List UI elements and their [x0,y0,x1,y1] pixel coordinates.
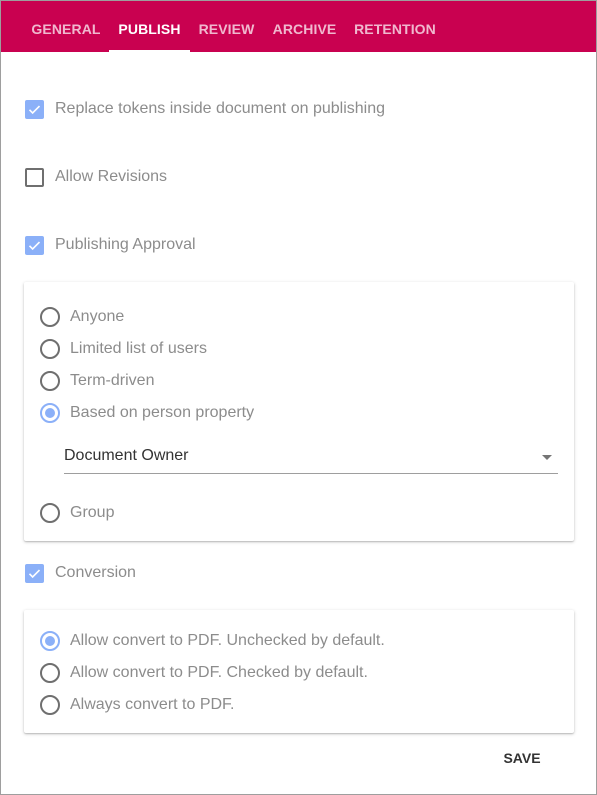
tab-retention[interactable]: RETENTION [346,1,444,52]
radio-label: Allow convert to PDF. Unchecked by defau… [70,632,385,649]
conversion-radio-unchecked-default[interactable]: Allow convert to PDF. Unchecked by defau… [40,630,385,652]
publishing-approval-label: Publishing Approval [55,236,196,253]
tab-archive[interactable]: ARCHIVE [263,1,346,52]
conversion-options-card: Allow convert to PDF. Unchecked by defau… [24,610,574,733]
radio-label: Based on person property [70,404,255,421]
radio-label: Anyone [70,308,125,325]
check-icon [28,568,41,578]
approval-radio-term-driven[interactable]: Term-driven [40,370,154,392]
allow-revisions-checkbox[interactable] [25,167,44,187]
approval-radio-limited-list[interactable]: Limited list of users [40,338,207,360]
radio-label: Always convert to PDF. [70,696,235,713]
tab-publish[interactable]: PUBLISH [109,1,190,52]
save-button[interactable]: SAVE [491,745,553,771]
settings-panel: GENERAL PUBLISH REVIEW ARCHIVE RETENTION… [0,0,597,795]
conversion-radio-always[interactable]: Always convert to PDF. [40,694,235,716]
radio-dot [45,408,55,418]
tab-retention-label: RETENTION [354,21,436,37]
tab-general-label: GENERAL [31,21,101,37]
replace-tokens-label: Replace tokens inside document on publis… [55,100,385,117]
approval-radio-anyone[interactable]: Anyone [40,306,124,328]
radio-dot [45,636,55,646]
radio-button[interactable] [40,371,60,391]
radio-button-selected[interactable] [40,631,60,651]
radio-button[interactable] [40,695,60,715]
radio-label: Group [70,504,115,521]
conversion-option[interactable]: Conversion [25,562,136,584]
replace-tokens-option[interactable]: Replace tokens inside document on publis… [25,98,385,120]
radio-button[interactable] [40,663,60,683]
publishing-approval-option[interactable]: Publishing Approval [25,234,196,256]
dropdown-arrow-icon [542,455,552,460]
approval-radio-group[interactable]: Group [40,502,114,524]
allow-revisions-option[interactable]: Allow Revisions [25,166,167,188]
tab-review[interactable]: REVIEW [190,1,263,52]
conversion-radio-checked-default[interactable]: Allow convert to PDF. Checked by default… [40,662,368,684]
tab-archive-label: ARCHIVE [272,21,337,37]
approval-radio-person-property[interactable]: Based on person property [40,402,254,424]
radio-button-selected[interactable] [40,403,60,423]
replace-tokens-checkbox[interactable] [25,99,44,119]
tab-review-label: REVIEW [198,21,255,37]
conversion-checkbox[interactable] [25,563,44,583]
allow-revisions-label: Allow Revisions [55,168,168,185]
radio-label: Limited list of users [70,340,207,357]
radio-label: Term-driven [70,372,155,389]
active-tab-indicator [109,50,190,52]
radio-button[interactable] [40,307,60,327]
tab-bar: GENERAL PUBLISH REVIEW ARCHIVE RETENTION [1,1,596,52]
radio-label: Allow convert to PDF. Checked by default… [70,664,368,681]
radio-button[interactable] [40,503,60,523]
tab-general[interactable]: GENERAL [23,1,109,52]
conversion-label: Conversion [55,564,136,581]
check-icon [28,104,41,114]
check-icon [28,240,41,250]
tab-publish-label: PUBLISH [118,21,181,37]
approval-options-card: Anyone Limited list of users Term-driven… [24,282,574,541]
radio-button[interactable] [40,339,60,359]
person-property-select[interactable]: Document Owner [64,442,558,474]
person-property-value: Document Owner [64,447,189,464]
publishing-approval-checkbox[interactable] [25,235,44,255]
